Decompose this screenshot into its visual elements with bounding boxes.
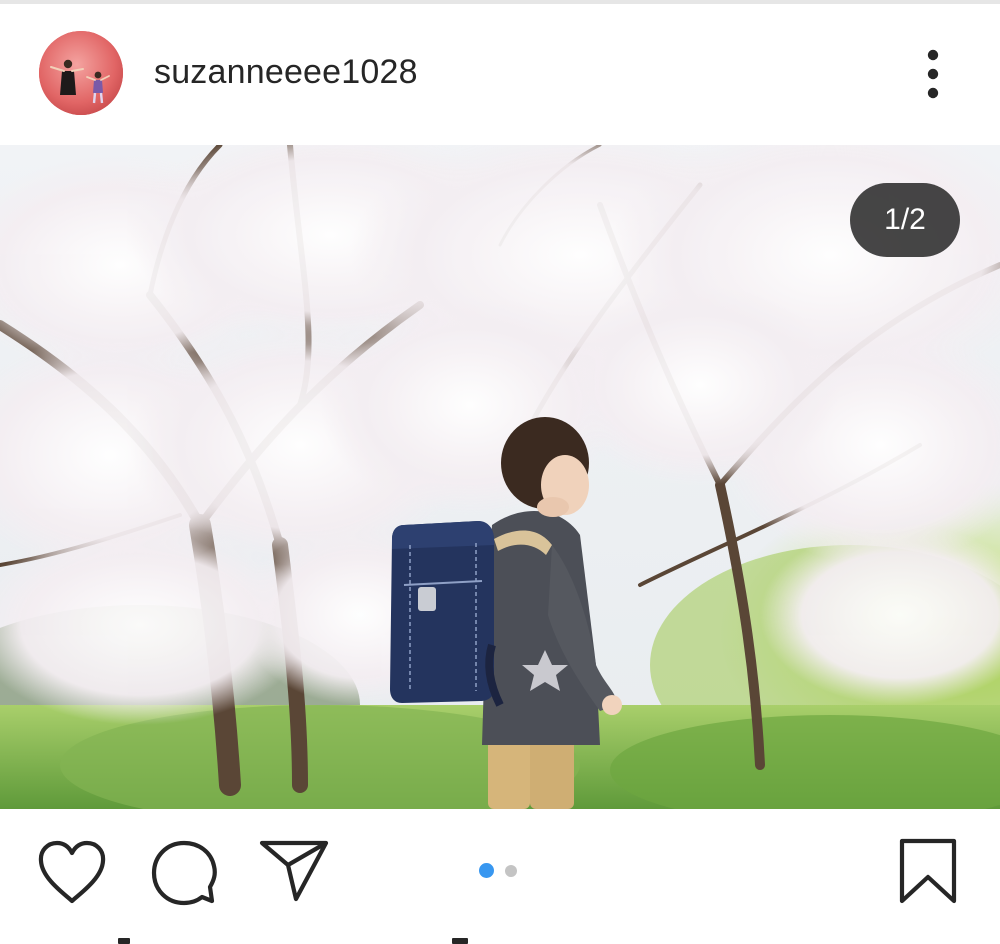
more-vertical-icon xyxy=(927,49,939,99)
peek-glyph xyxy=(452,938,468,944)
comment-bubble-icon xyxy=(151,840,217,906)
action-bar xyxy=(0,809,1000,934)
peek-glyph xyxy=(118,938,130,944)
comment-button[interactable] xyxy=(150,839,218,907)
avatar-photo xyxy=(39,31,123,115)
cherry-blossom-photo xyxy=(0,145,1000,809)
like-button[interactable] xyxy=(36,839,108,907)
next-section-peek xyxy=(0,934,1000,944)
carousel-page-counter: 1/2 xyxy=(850,183,960,257)
save-button[interactable] xyxy=(896,837,960,907)
more-options-button[interactable] xyxy=(910,48,956,104)
carousel-dot-inactive xyxy=(505,865,517,877)
carousel-indicator xyxy=(476,861,526,881)
avatar[interactable] xyxy=(39,31,123,115)
bookmark-icon xyxy=(899,838,957,904)
instagram-post: suzanneeee1028 1/2 xyxy=(0,0,1000,944)
carousel-dot-active xyxy=(479,863,494,878)
username-link[interactable]: suzanneeee1028 xyxy=(154,53,418,92)
post-header: suzanneeee1028 xyxy=(0,4,1000,145)
paper-plane-icon xyxy=(259,840,329,902)
share-button[interactable] xyxy=(258,839,330,903)
heart-icon xyxy=(38,840,106,904)
post-photo[interactable]: 1/2 xyxy=(0,145,1000,809)
